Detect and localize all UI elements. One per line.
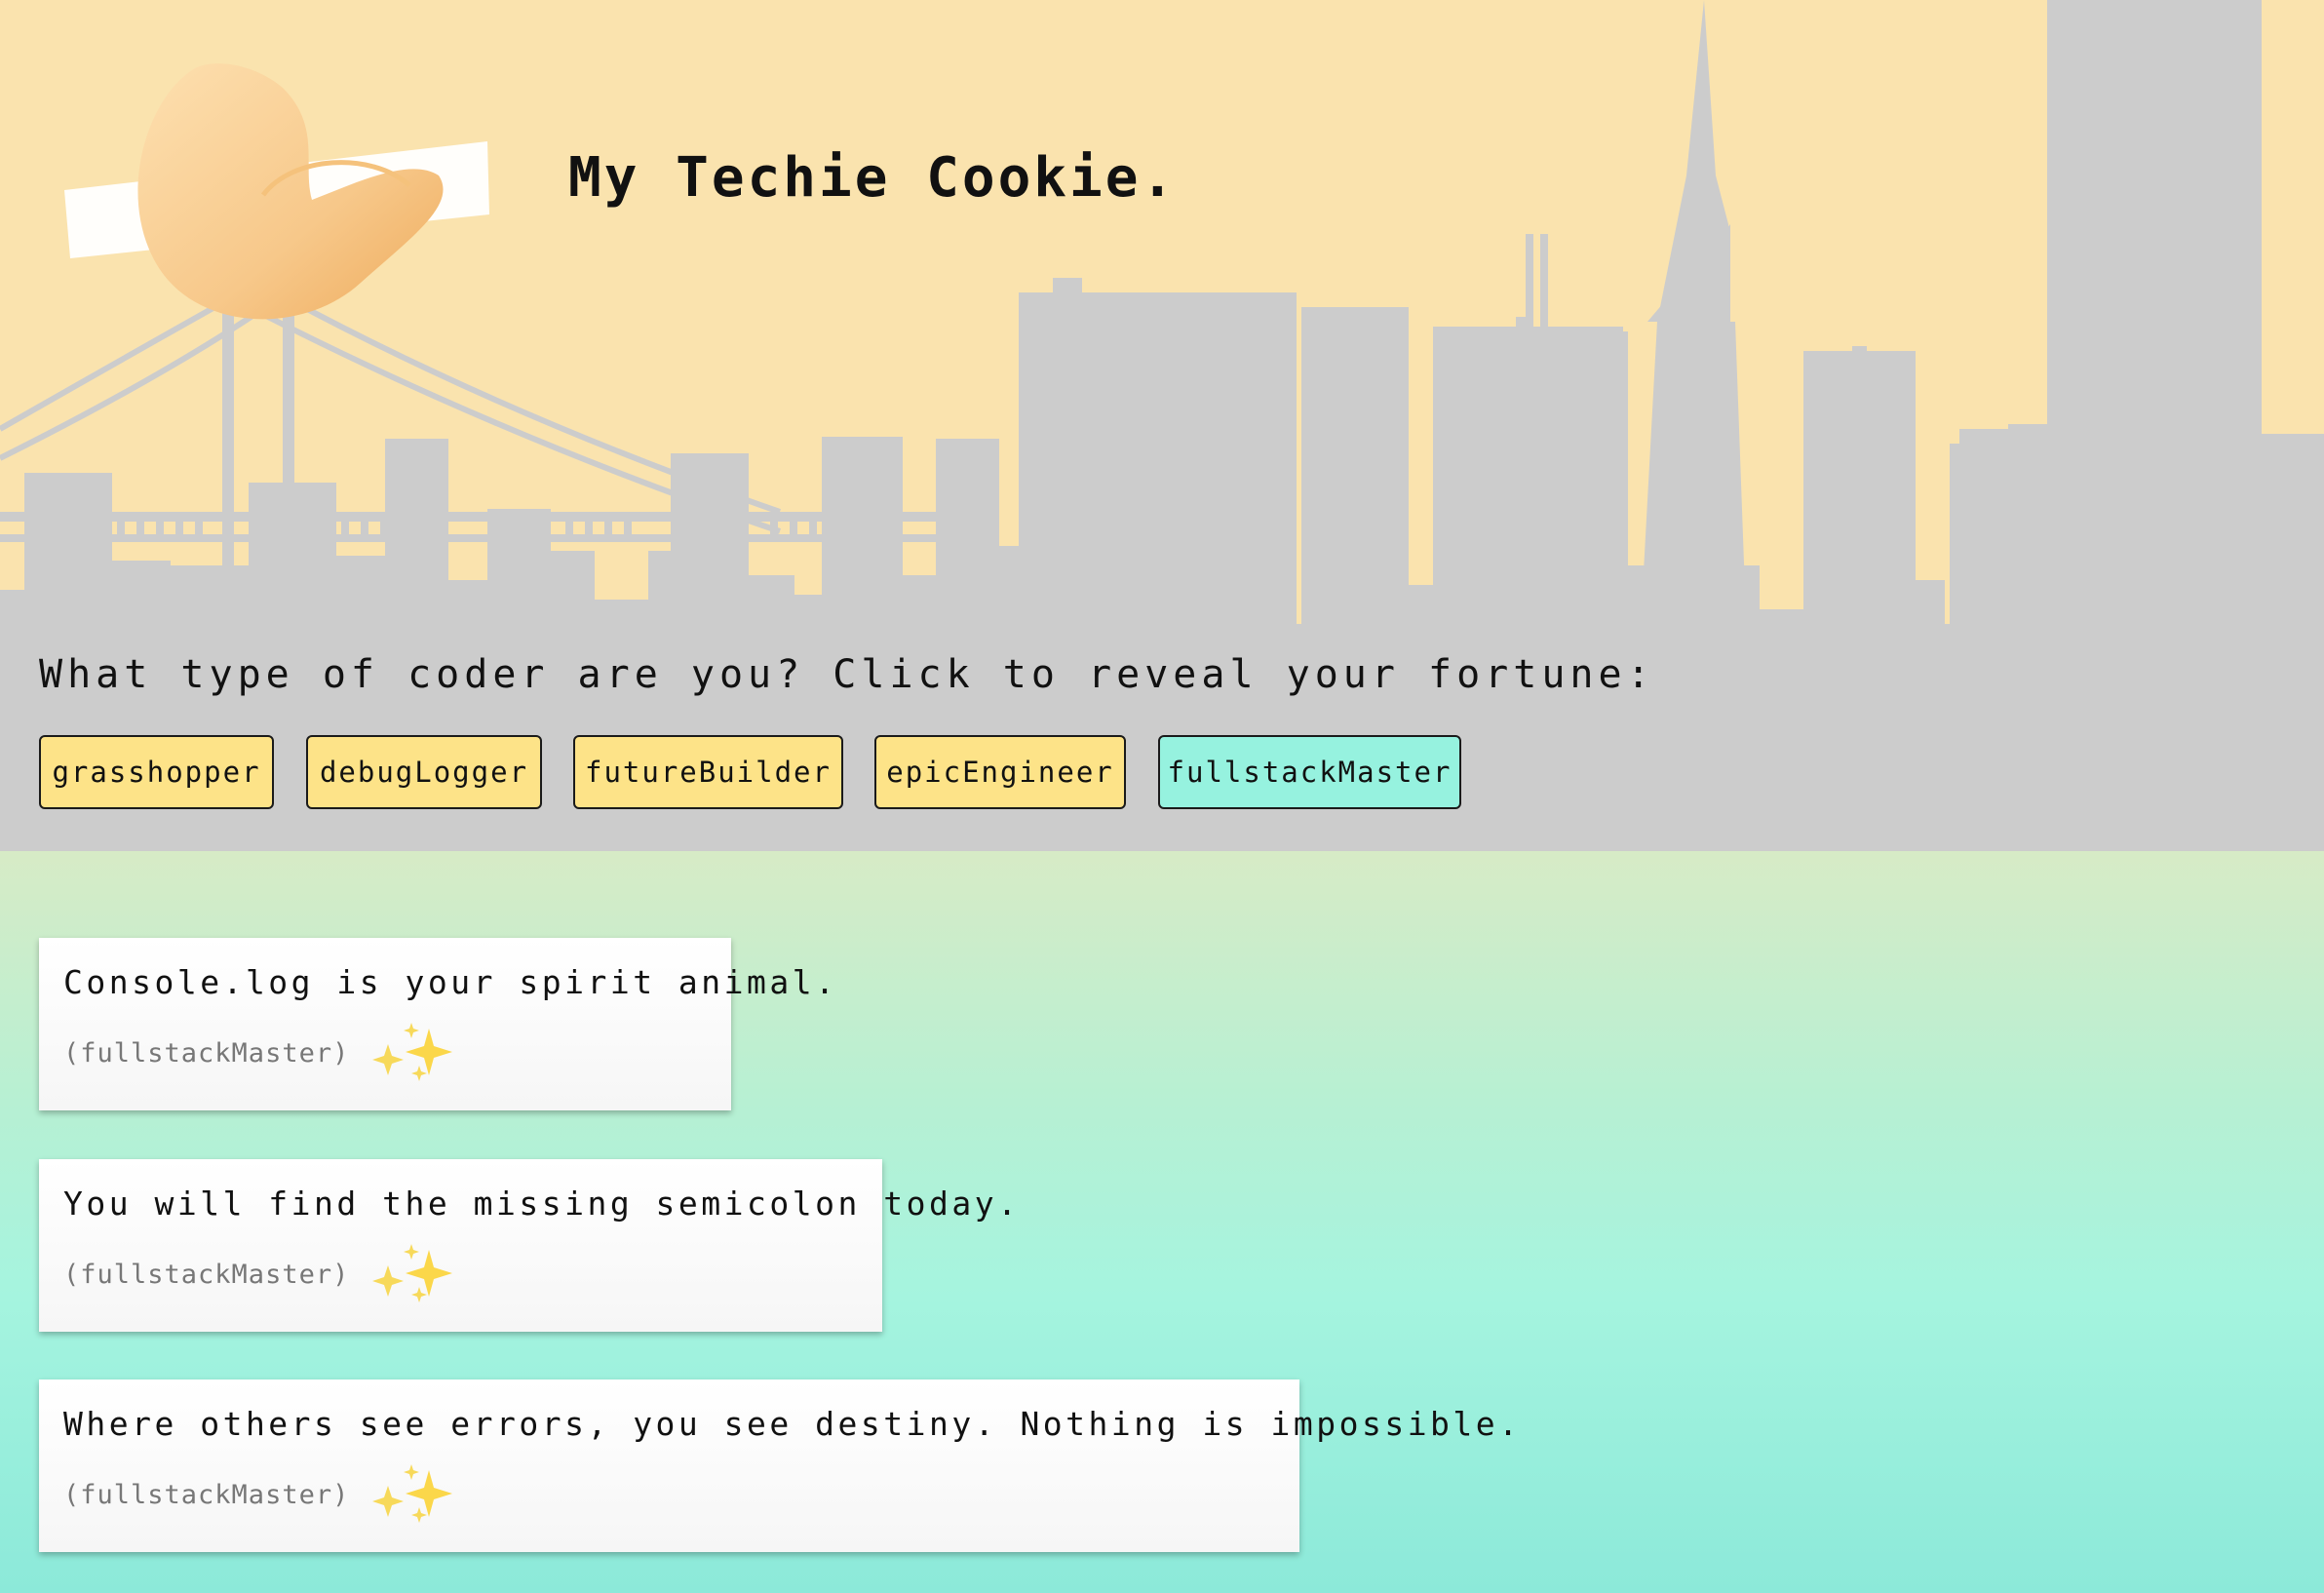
fortune-card: You will find the missing semicolon toda…: [39, 1159, 1021, 1332]
sparkles-icon: [372, 1464, 453, 1523]
fortune-tag: (fullstackMaster): [63, 1037, 350, 1068]
fortune-card: Where others see errors, you see destiny…: [39, 1379, 1522, 1552]
fortune-tag: (fullstackMaster): [63, 1479, 350, 1510]
hero-banner: My Techie Cookie. What type of coder are…: [0, 0, 2324, 851]
sparkles-icon: [372, 1023, 453, 1081]
fortune-text: Console.log is your spirit animal.: [63, 963, 838, 1001]
fortune-text: Where others see errors, you see destiny…: [63, 1405, 1522, 1443]
fortune-tag: (fullstackMaster): [63, 1259, 350, 1290]
coder-button-grasshopper[interactable]: grasshopper: [39, 735, 274, 809]
fortune-cookie-icon: [64, 63, 489, 320]
coder-type-prompt: What type of coder are you? Click to rev…: [39, 652, 1655, 697]
page-title: My Techie Cookie.: [568, 146, 1178, 210]
coder-button-epicengineer[interactable]: epicEngineer: [874, 735, 1126, 809]
fortune-card: Console.log is your spirit animal. (full…: [39, 938, 838, 1110]
fortune-text: You will find the missing semicolon toda…: [63, 1185, 1021, 1223]
coder-button-debuglogger[interactable]: debugLogger: [306, 735, 542, 809]
coder-button-futurebuilder[interactable]: futureBuilder: [573, 735, 843, 809]
coder-button-fullstackmaster[interactable]: fullstackMaster: [1158, 735, 1461, 809]
sparkles-icon: [372, 1244, 453, 1302]
